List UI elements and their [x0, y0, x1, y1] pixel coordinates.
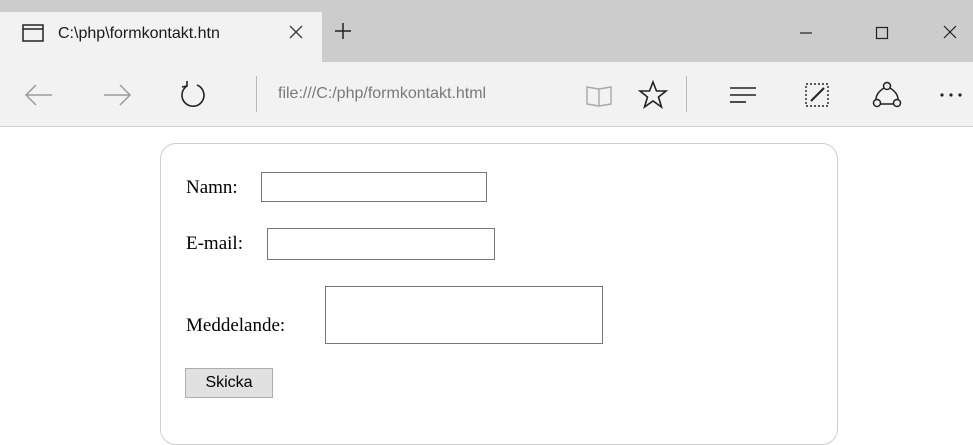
minimize-icon	[800, 32, 812, 34]
email-label: E-mail:	[186, 233, 243, 254]
share-icon[interactable]	[870, 78, 904, 112]
contact-form: Namn: E-mail: Meddelande: Skicka	[160, 143, 838, 445]
maximize-icon	[875, 26, 889, 40]
toolbar-divider-2	[686, 76, 687, 112]
name-label: Namn:	[186, 177, 238, 198]
message-label: Meddelande:	[186, 315, 286, 336]
name-input[interactable]	[261, 172, 487, 202]
plus-icon[interactable]	[334, 22, 352, 40]
browser-title-bar: C:\php\formkontakt.htn	[0, 0, 973, 62]
more-icon[interactable]	[934, 78, 968, 112]
favorite-star-icon[interactable]	[636, 78, 670, 112]
web-note-icon[interactable]	[800, 78, 834, 112]
message-textarea[interactable]	[325, 286, 603, 344]
browser-toolbar: file:///C:/php/formkontakt.html	[0, 62, 973, 127]
address-bar-url[interactable]: file:///C:/php/formkontakt.html	[278, 82, 486, 106]
tab-title: C:\php\formkontakt.htn	[58, 25, 220, 42]
submit-button[interactable]: Skicka	[185, 368, 273, 398]
refresh-icon[interactable]	[176, 78, 210, 112]
hub-icon[interactable]	[726, 78, 760, 112]
toolbar-divider	[256, 76, 257, 112]
browser-tab[interactable]: C:\php\formkontakt.htn	[0, 12, 322, 62]
forward-arrow-icon[interactable]	[100, 78, 134, 112]
page-content: Namn: E-mail: Meddelande: Skicka	[0, 127, 973, 445]
tab-page-icon	[22, 24, 44, 42]
tab-close-icon[interactable]	[288, 24, 304, 40]
close-icon	[943, 25, 957, 39]
back-arrow-icon[interactable]	[22, 78, 56, 112]
close-window-button[interactable]	[926, 0, 973, 62]
reading-view-icon[interactable]	[582, 78, 616, 112]
minimize-button[interactable]	[782, 0, 830, 62]
email-input[interactable]	[267, 228, 495, 260]
maximize-button[interactable]	[858, 0, 906, 62]
